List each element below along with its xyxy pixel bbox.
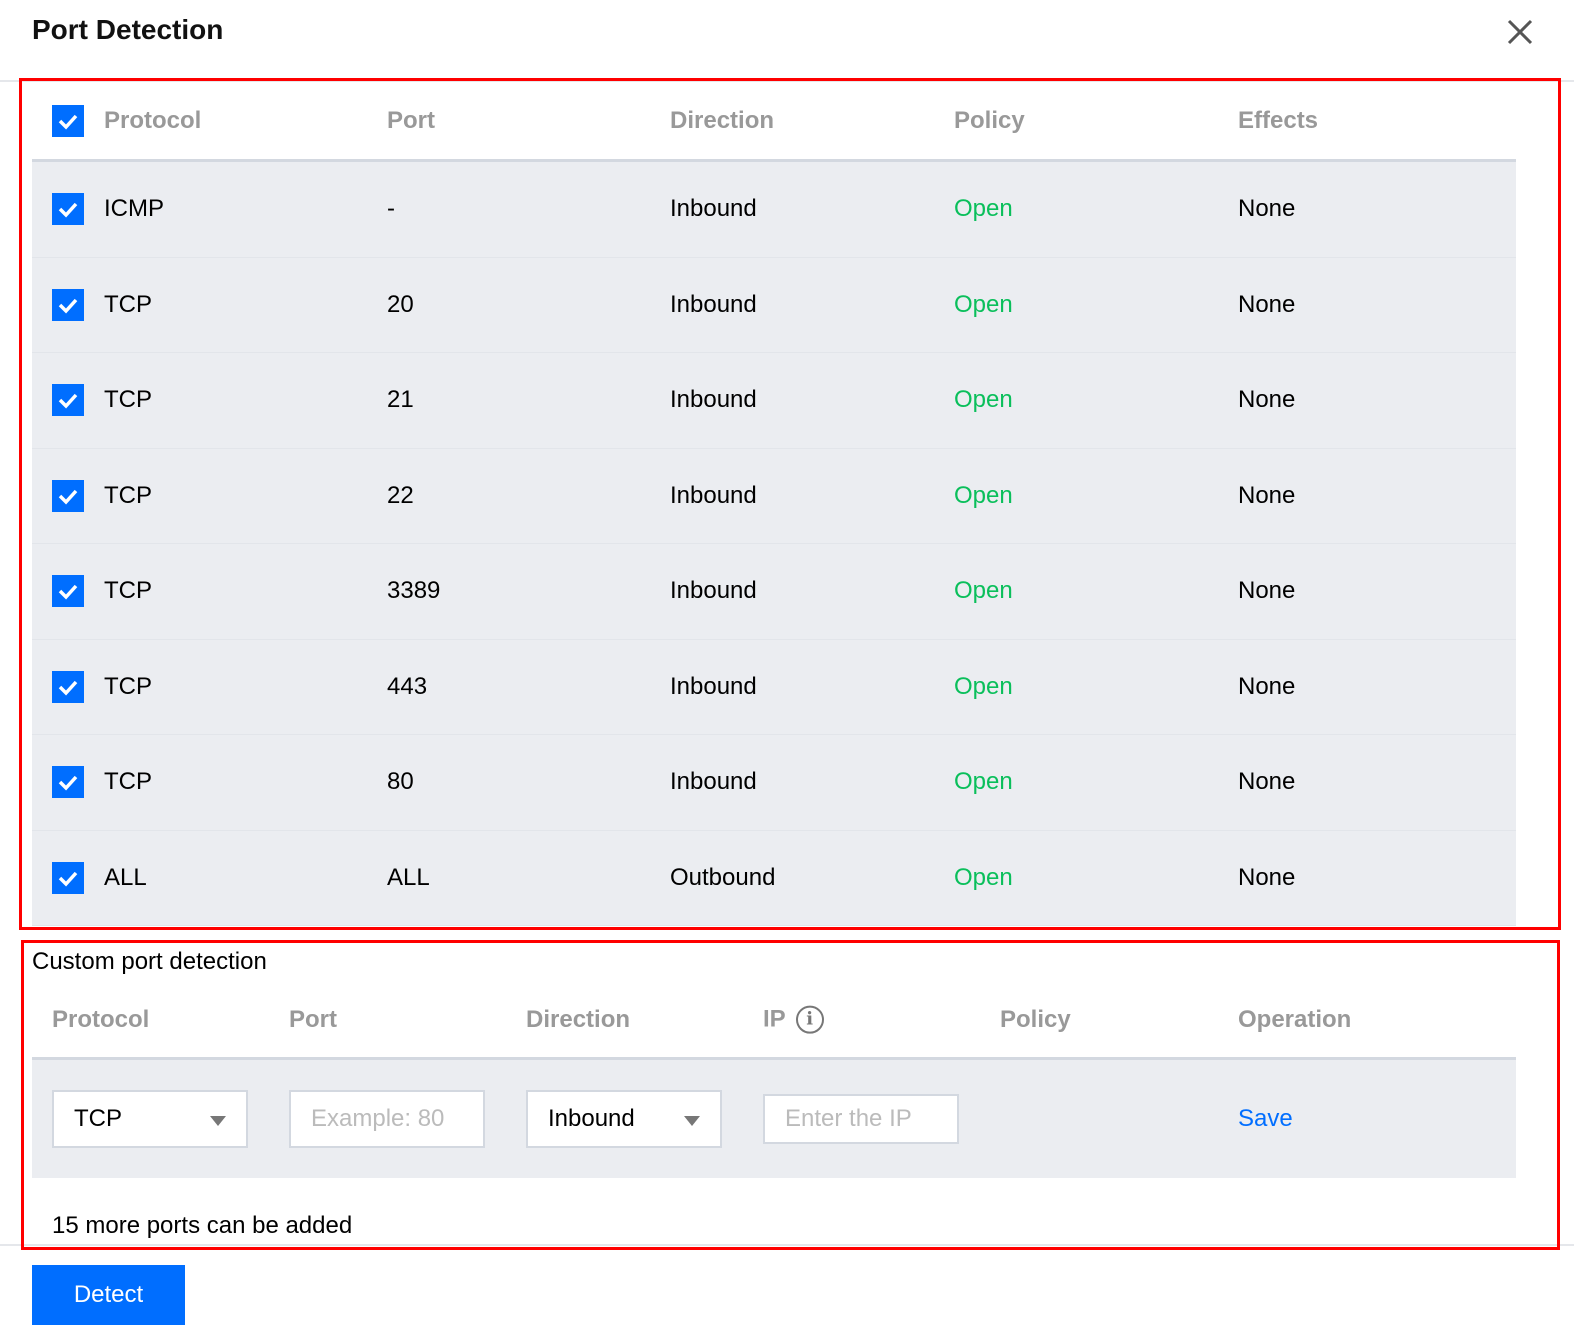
row-checkbox[interactable] (52, 479, 84, 512)
cell-protocol: TCP (104, 577, 152, 605)
table-row: TCP 21 Inbound Open None (32, 353, 1516, 449)
row-checkbox[interactable] (52, 193, 84, 226)
custom-table: Protocol Port Direction IP i Policy Opera… (32, 982, 1516, 1178)
header-policy: Policy (954, 106, 1025, 134)
cell-port: 3389 (387, 577, 441, 605)
info-icon[interactable]: i (795, 1005, 824, 1034)
table-row: TCP 443 Inbound Open None (32, 639, 1516, 735)
ip-placeholder: Enter the IP (785, 1105, 912, 1132)
chevron-down-icon (210, 1116, 226, 1126)
chevron-down-icon (684, 1116, 700, 1126)
cell-effects: None (1238, 577, 1296, 605)
custom-header-ip: IP i (763, 1005, 824, 1034)
cell-direction: Inbound (670, 195, 757, 223)
custom-header: Protocol Port Direction IP i Policy Opera… (32, 982, 1516, 1060)
row-checkbox[interactable] (52, 766, 84, 799)
table-row: TCP 3389 Inbound Open None (32, 544, 1516, 640)
header-effects: Effects (1238, 106, 1319, 134)
cell-direction: Inbound (670, 481, 757, 509)
cell-effects: None (1238, 768, 1296, 796)
table-row: TCP 22 Inbound Open None (32, 448, 1516, 544)
protocol-select[interactable]: TCP (52, 1090, 248, 1148)
port-input[interactable]: Example: 80 (289, 1090, 485, 1148)
cell-port: ALL (387, 863, 430, 891)
cell-direction: Inbound (670, 386, 757, 414)
custom-section-title: Custom port detection (32, 948, 267, 975)
custom-header-policy: Policy (1000, 1005, 1071, 1033)
dialog-title: Port Detection (32, 14, 224, 45)
cell-protocol: TCP (104, 768, 152, 796)
custom-header-port: Port (289, 1005, 337, 1033)
cell-protocol: TCP (104, 386, 152, 414)
cell-port: 80 (387, 768, 414, 796)
cell-policy: Open (954, 386, 1013, 414)
cell-port: 443 (387, 672, 428, 700)
row-checkbox[interactable] (52, 670, 84, 703)
protocol-value: TCP (74, 1105, 122, 1132)
row-checkbox[interactable] (52, 384, 84, 417)
ip-input[interactable]: Enter the IP (763, 1094, 959, 1144)
direction-value: Inbound (548, 1105, 635, 1132)
cell-effects: None (1238, 481, 1296, 509)
cell-port: 21 (387, 386, 414, 414)
cell-policy: Open (954, 577, 1013, 605)
header-protocol: Protocol (104, 106, 202, 134)
cell-protocol: ICMP (104, 195, 164, 223)
table-row: TCP 20 Inbound Open None (32, 257, 1516, 353)
table-row: ALL ALL Outbound Open None (32, 830, 1516, 926)
custom-header-direction: Direction (526, 1005, 631, 1033)
row-checkbox[interactable] (52, 288, 84, 321)
ip-label: IP (763, 1005, 786, 1033)
cell-effects: None (1238, 672, 1296, 700)
cell-port: 20 (387, 290, 414, 318)
close-icon[interactable] (1500, 12, 1540, 52)
table-row: ICMP - Inbound Open None (32, 162, 1516, 258)
port-table: Protocol Port Direction Policy Effects I… (32, 82, 1516, 926)
cell-direction: Inbound (670, 290, 757, 318)
port-placeholder: Example: 80 (311, 1105, 445, 1132)
cell-protocol: ALL (104, 863, 147, 891)
save-link[interactable]: Save (1238, 1105, 1293, 1133)
cell-protocol: TCP (104, 290, 152, 318)
cell-effects: None (1238, 863, 1296, 891)
cell-policy: Open (954, 863, 1013, 891)
cell-effects: None (1238, 195, 1296, 223)
cell-effects: None (1238, 290, 1296, 318)
custom-header-operation: Operation (1238, 1005, 1352, 1033)
custom-header-protocol: Protocol (52, 1005, 150, 1033)
cell-protocol: TCP (104, 672, 152, 700)
cell-port: 22 (387, 481, 414, 509)
table-row: TCP 80 Inbound Open None (32, 735, 1516, 831)
header-port: Port (387, 106, 435, 134)
cell-direction: Outbound (670, 863, 776, 891)
remaining-ports-text: 15 more ports can be added (52, 1212, 353, 1239)
cell-direction: Inbound (670, 672, 757, 700)
detect-button[interactable]: Detect (32, 1265, 185, 1325)
cell-direction: Inbound (670, 768, 757, 796)
direction-select[interactable]: Inbound (526, 1090, 722, 1148)
cell-policy: Open (954, 672, 1013, 700)
cell-policy: Open (954, 195, 1013, 223)
cell-policy: Open (954, 290, 1013, 318)
cell-policy: Open (954, 481, 1013, 509)
cell-policy: Open (954, 768, 1013, 796)
select-all-checkbox[interactable] (52, 104, 84, 137)
cell-direction: Inbound (670, 577, 757, 605)
divider (0, 1244, 1574, 1246)
cell-effects: None (1238, 386, 1296, 414)
custom-row: TCP Example: 80 Inbound Enter the IP Sav… (32, 1060, 1516, 1178)
header-direction: Direction (670, 106, 775, 134)
table-header: Protocol Port Direction Policy Effects (32, 82, 1516, 162)
cell-protocol: TCP (104, 481, 152, 509)
cell-port: - (387, 195, 395, 223)
row-checkbox[interactable] (52, 861, 84, 894)
row-checkbox[interactable] (52, 575, 84, 608)
